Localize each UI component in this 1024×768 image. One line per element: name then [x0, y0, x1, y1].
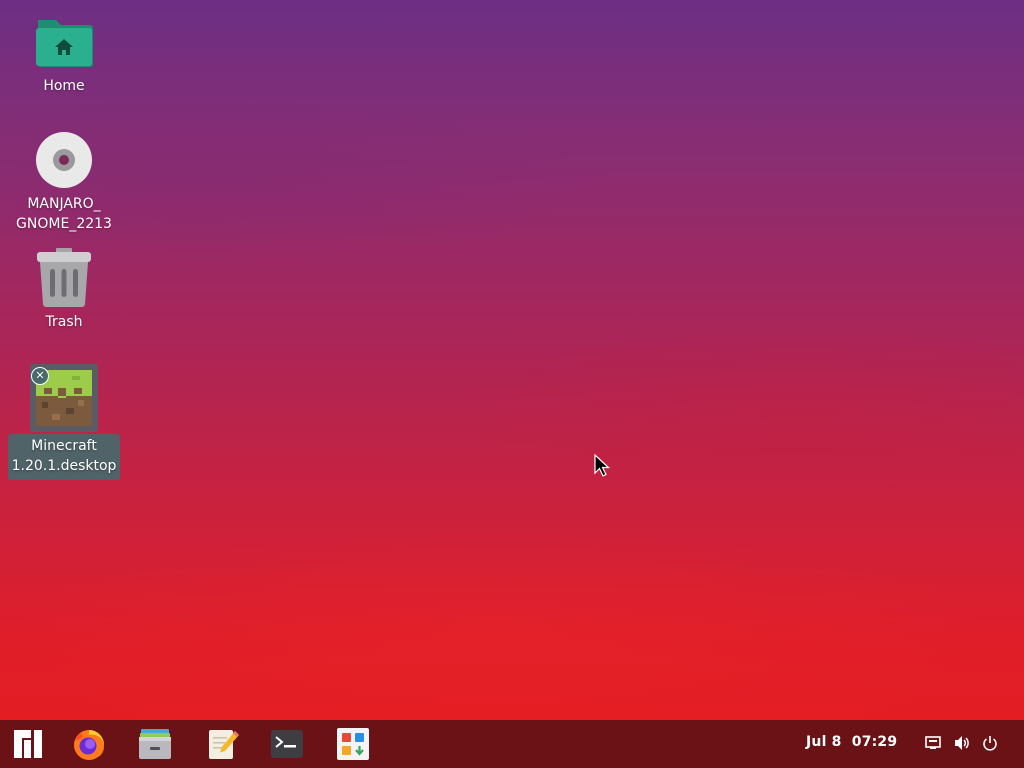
clock-time: 07:29 — [851, 734, 898, 750]
terminal-launcher[interactable] — [269, 726, 305, 762]
power-icon — [983, 736, 997, 751]
volume-icon — [955, 736, 969, 750]
desktop-icon-label: Home — [43, 78, 85, 94]
mouse-cursor-icon — [594, 454, 611, 477]
minecraft-grass-block-icon: ✕ — [31, 367, 94, 428]
desktop-icon-disc[interactable]: MANJARO_ GNOME_2213 — [9, 128, 119, 234]
desktop-icon-home[interactable]: Home — [9, 10, 119, 96]
terminal-icon — [271, 730, 303, 758]
untrusted-launcher-badge-icon: ✕ — [31, 367, 49, 385]
desktop-icon-label: MANJARO_ GNOME_2213 — [16, 196, 112, 232]
icon-selection-highlight: ✕ — [30, 364, 98, 432]
firefox-icon — [74, 730, 104, 760]
desktop-icon-label: Trash — [45, 314, 83, 330]
volume-indicator[interactable] — [952, 732, 972, 754]
clock-date: Jul 8 — [806, 734, 842, 750]
app-menu-button[interactable] — [10, 726, 46, 762]
taskbar: Jul 8 07:29 — [0, 720, 1024, 768]
desktop-background[interactable]: Home MANJARO_ GNOME_2213 Trash ✕ Minecra… — [0, 0, 1024, 720]
trash-icon — [32, 246, 96, 310]
desktop-icon-label: Minecraft 1.20.1.desktop — [7, 434, 121, 480]
software-center-icon — [337, 728, 369, 760]
optical-disc-icon — [32, 128, 96, 192]
file-manager-icon — [139, 729, 171, 759]
manjaro-logo-icon — [14, 730, 42, 758]
desktop-icon-minecraft[interactable]: ✕ Minecraft 1.20.1.desktop — [7, 364, 121, 480]
power-menu[interactable] — [980, 732, 1000, 754]
network-indicator[interactable] — [923, 732, 943, 754]
software-launcher[interactable] — [335, 726, 371, 762]
clock[interactable]: Jul 8 07:29 — [806, 734, 897, 750]
network-icon — [925, 736, 941, 749]
files-launcher[interactable] — [137, 726, 173, 762]
firefox-launcher[interactable] — [71, 726, 107, 762]
home-folder-icon — [32, 10, 96, 74]
desktop-icon-trash[interactable]: Trash — [9, 246, 119, 332]
text-editor-launcher[interactable] — [205, 726, 241, 762]
text-editor-icon — [209, 730, 239, 759]
